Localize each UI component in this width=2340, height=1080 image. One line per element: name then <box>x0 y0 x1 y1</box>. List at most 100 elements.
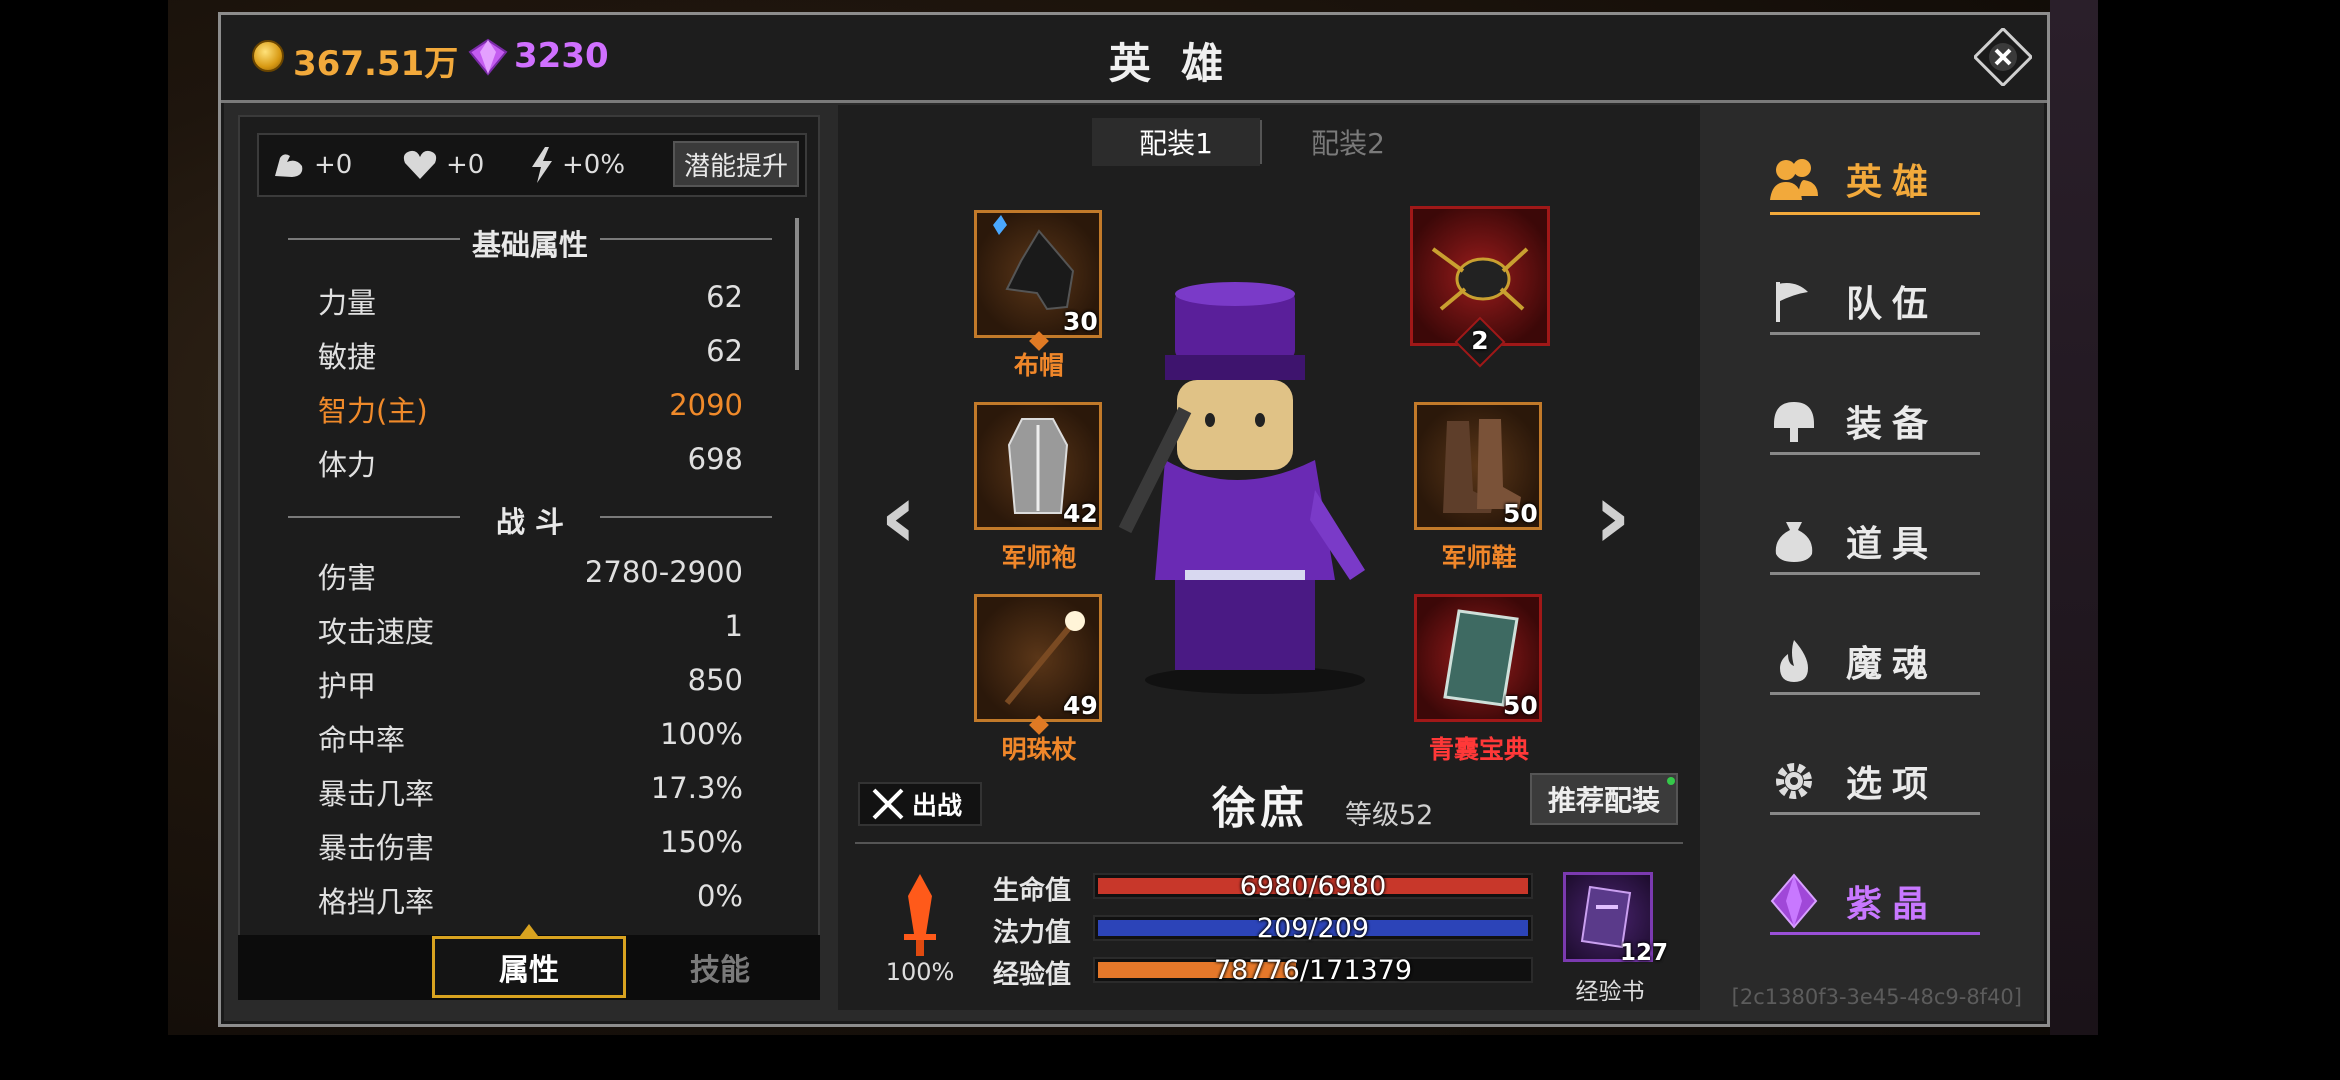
crossed-swords-icon <box>872 788 904 820</box>
section-divider <box>600 516 772 518</box>
deploy-label: 出战 <box>912 791 963 820</box>
tab-loadout-2[interactable]: 配装2 <box>1264 118 1432 166</box>
sword-icon <box>904 874 936 956</box>
gold-amount: 367.51万 <box>293 44 459 84</box>
nav-item-heroes[interactable]: 英雄 <box>1768 148 1978 210</box>
exp-label: 经验值 <box>993 960 1072 990</box>
background-scene-edge <box>2050 0 2098 1035</box>
stat-label-hit-rate: 命中率 <box>318 723 406 757</box>
nav-label-items: 道具 <box>1846 524 1939 565</box>
stat-label-agility: 敏捷 <box>318 340 377 374</box>
exp-book-count: 127 <box>1620 940 1669 966</box>
stat-value-crit-chance: 17.3% <box>650 771 743 805</box>
next-hero-button[interactable]: › <box>1594 472 1631 562</box>
combat-heading: 战 斗 <box>495 505 565 539</box>
nav-divider <box>1770 692 1980 695</box>
nav-label-options: 选项 <box>1846 764 1939 805</box>
tab-attributes[interactable]: 属性 <box>432 936 626 998</box>
flag-icon <box>1776 282 1808 322</box>
section-divider <box>288 238 460 240</box>
pet-level: 2 <box>1471 326 1489 355</box>
stat-value-armor: 850 <box>687 663 743 697</box>
stat-label-intelligence: 智力(主) <box>318 394 428 428</box>
stat-label-crit-chance: 暴击几率 <box>318 777 435 811</box>
stat-label-crit-damage: 暴击伤害 <box>318 831 435 865</box>
nav-item-amethyst[interactable]: 紫晶 <box>1768 870 1978 932</box>
hp-label: 生命值 <box>993 876 1072 906</box>
lightning-icon <box>532 147 552 183</box>
shoes-level: 50 <box>1503 499 1538 528</box>
stats-scrollbar[interactable] <box>795 218 799 370</box>
stat-value-damage: 2780-2900 <box>584 555 743 589</box>
nav-label-team: 队伍 <box>1846 284 1939 325</box>
stat-value-agility: 62 <box>706 334 743 368</box>
nav-label-amethyst: 紫晶 <box>1846 884 1939 925</box>
nav-active-underline <box>1770 212 1980 215</box>
nav-divider <box>1770 332 1980 335</box>
potential-speed: +0% <box>530 146 625 184</box>
page-title: 英 雄 <box>1108 39 1232 88</box>
tab-skills[interactable]: 技能 <box>630 936 810 998</box>
hero-name: 徐庶 <box>1212 783 1308 834</box>
stat-label-attack-speed: 攻击速度 <box>318 615 435 649</box>
section-divider <box>288 516 460 518</box>
nav-label-soul: 魔魂 <box>1846 644 1939 685</box>
hp-bar-text: 6980/6980 <box>1239 871 1387 902</box>
potential-health-value: +0 <box>446 150 485 180</box>
stat-value-crit-damage: 150% <box>660 825 743 859</box>
gold-coin-icon <box>252 40 284 72</box>
section-divider <box>600 238 772 240</box>
mp-bar: 209/209 <box>1093 913 1533 944</box>
nav-divider <box>1770 812 1980 815</box>
hp-bar: 6980/6980 <box>1093 871 1533 902</box>
hat-name: 布帽 <box>1013 351 1064 380</box>
staff-name: 明珠杖 <box>1001 735 1077 764</box>
book-level: 50 <box>1503 691 1538 720</box>
stat-value-block-chance: 0% <box>696 879 743 913</box>
potential-health: +0 <box>402 146 484 184</box>
nav-item-items[interactable]: 道具 <box>1768 510 1978 572</box>
book-name: 青囊宝典 <box>1428 735 1529 764</box>
potential-speed-value: +0% <box>562 150 626 180</box>
sword-percent: 100% <box>885 958 955 986</box>
nav-item-team[interactable]: 队伍 <box>1768 270 1978 332</box>
nav-label-equipment: 装备 <box>1846 404 1939 445</box>
bag-icon <box>1775 522 1813 562</box>
stat-label-block-chance: 格挡几率 <box>318 885 435 919</box>
stat-value-intelligence: 2090 <box>669 388 743 422</box>
mp-bar-text: 209/209 <box>1256 913 1370 944</box>
nav-divider <box>1770 932 1980 935</box>
stat-label-stamina: 体力 <box>318 448 377 482</box>
stat-label-damage: 伤害 <box>318 561 377 595</box>
stat-label-armor: 护甲 <box>318 669 377 703</box>
mp-label: 法力值 <box>993 918 1072 948</box>
potential-strength: +0 <box>272 146 352 184</box>
exp-bar-text: 78776/171379 <box>1213 955 1413 986</box>
nav-item-equipment[interactable]: 装备 <box>1768 390 1978 452</box>
nav-item-soul[interactable]: 魔魂 <box>1768 630 1978 692</box>
session-id-text: [2c1380f3-3e45-48c9-8f40] <box>1731 985 2022 1009</box>
stat-value-strength: 62 <box>706 280 743 314</box>
tab-loadout-1[interactable]: 配装1 <box>1092 118 1260 166</box>
stat-value-attack-speed: 1 <box>724 609 743 643</box>
tab-divider <box>1260 120 1262 164</box>
basic-attributes-heading: 基础属性 <box>471 228 588 262</box>
heroes-icon <box>1770 159 1818 200</box>
gem-amount: 3230 <box>514 36 609 76</box>
potential-upgrade-button[interactable]: 潜能提升 <box>673 141 799 187</box>
staff-level: 49 <box>1063 691 1098 720</box>
nav-item-options[interactable]: 选项 <box>1768 750 1978 812</box>
potential-strength-value: +0 <box>314 150 353 180</box>
close-button[interactable] <box>1974 28 2032 86</box>
stat-value-stamina: 698 <box>687 442 743 476</box>
helmet-icon <box>1774 402 1814 442</box>
robe-level: 42 <box>1063 499 1098 528</box>
nav-divider <box>1770 452 1980 455</box>
stat-value-hit-rate: 100% <box>660 717 743 751</box>
previous-hero-button[interactable]: ‹ <box>880 472 917 562</box>
hero-character-model <box>1118 282 1365 694</box>
amethyst-icon <box>1770 873 1818 929</box>
recommend-loadout-button[interactable]: 推荐配装 <box>1530 773 1678 825</box>
deploy-button[interactable]: 出战 <box>858 782 982 826</box>
gear-icon <box>1776 763 1812 799</box>
